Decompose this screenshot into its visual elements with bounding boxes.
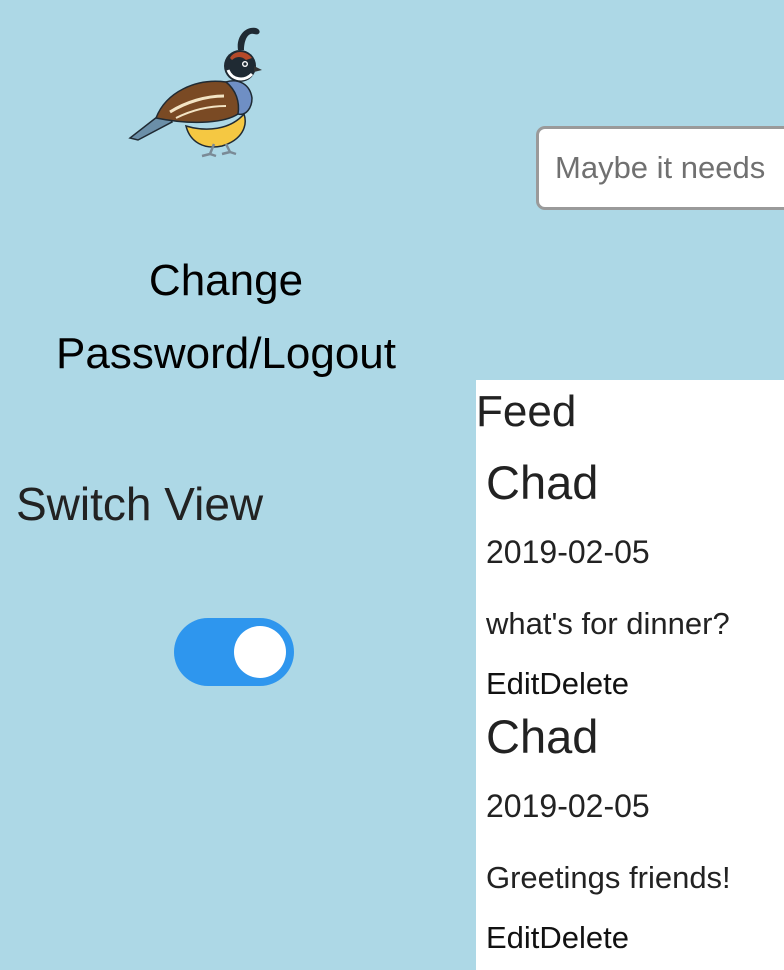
- post-date: 2019-02-05: [486, 788, 650, 824]
- post-author: Chad: [486, 710, 599, 763]
- edit-button[interactable]: Edit: [486, 666, 539, 701]
- post-actions: EditDelete: [486, 666, 629, 702]
- post-text: what's for dinner?: [486, 606, 730, 641]
- post-text: Greetings friends!: [486, 860, 731, 895]
- post-author: Chad: [486, 456, 599, 509]
- delete-button[interactable]: Delete: [539, 920, 629, 955]
- toggle-knob: [234, 626, 286, 678]
- quail-icon: [128, 27, 262, 158]
- post-actions: EditDelete: [486, 920, 629, 956]
- post-date: 2019-02-05: [486, 534, 650, 570]
- feed-title: Feed: [476, 387, 577, 436]
- post-card: Chad 2019-02-05 Greetings friends! EditD…: [476, 710, 784, 964]
- delete-button[interactable]: Delete: [539, 666, 629, 701]
- change-password-logout-link[interactable]: Change Password/Logout: [0, 244, 452, 390]
- post-card: Chad 2019-02-05 what's for dinner? EditD…: [476, 456, 784, 710]
- switch-view-toggle[interactable]: [174, 618, 294, 686]
- feed-panel: Feed Chad 2019-02-05 what's for dinner? …: [476, 380, 784, 970]
- switch-view-label: Switch View: [16, 478, 264, 530]
- quail-logo: [126, 22, 266, 158]
- new-post-input[interactable]: [536, 126, 784, 210]
- edit-button[interactable]: Edit: [486, 920, 539, 955]
